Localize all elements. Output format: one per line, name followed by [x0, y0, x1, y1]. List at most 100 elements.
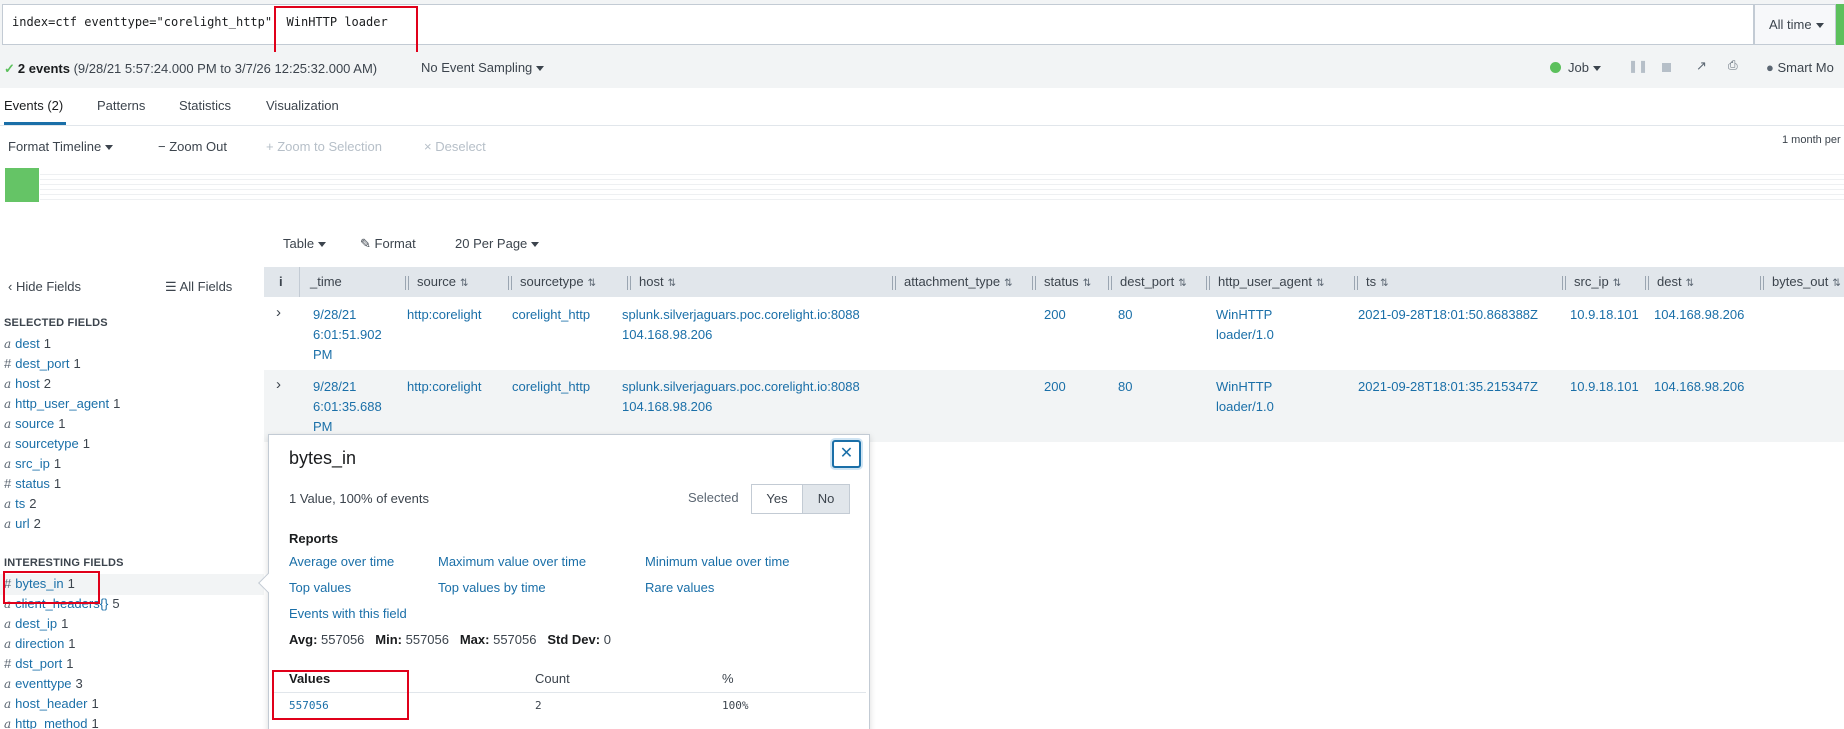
tab-statistics[interactable]: Statistics [179, 98, 231, 113]
cell-time[interactable]: 6:01:51.902 [313, 325, 382, 345]
field-item-dest[interactable]: a dest 1 [4, 336, 51, 351]
cell-status[interactable]: 200 [1044, 305, 1066, 325]
field-item-direction[interactable]: a direction 1 [4, 636, 76, 651]
tab-visualization[interactable]: Visualization [266, 98, 339, 113]
field-item-src_ip[interactable]: a src_ip 1 [4, 456, 61, 471]
report-max-over-time[interactable]: Maximum value over time [438, 554, 586, 569]
format-timeline-button[interactable]: Format Timeline [8, 139, 113, 154]
field-name[interactable]: host_header [15, 696, 87, 711]
all-fields-button[interactable]: ☰ All Fields [165, 279, 232, 295]
field-name[interactable]: dest_ip [15, 616, 57, 631]
cell-host[interactable]: 104.168.98.206 [622, 397, 712, 417]
field-item-host_header[interactable]: a host_header 1 [4, 696, 99, 711]
cell-time[interactable]: 6:01:35.688 [313, 397, 382, 417]
job-menu[interactable]: Job [1568, 60, 1601, 75]
zoom-out-button[interactable]: − Zoom Out [158, 139, 227, 154]
drag-handle-icon[interactable] [1108, 275, 1114, 290]
print-icon[interactable]: ⎙ [1728, 58, 1738, 73]
cell-time[interactable]: 9/28/21 [313, 305, 356, 325]
cell-source[interactable]: http:corelight [407, 377, 481, 397]
deselect-button[interactable]: × Deselect [424, 139, 486, 154]
cell-source[interactable]: http:corelight [407, 305, 481, 325]
field-name[interactable]: http_method [15, 716, 87, 729]
field-name[interactable]: status [15, 476, 50, 491]
field-name[interactable]: sourcetype [15, 436, 79, 451]
cell-src-ip[interactable]: 10.9.18.101 [1570, 377, 1639, 397]
selected-yes-button[interactable]: Yes [751, 484, 803, 514]
selected-no-button[interactable]: No [802, 484, 850, 514]
cell-dest[interactable]: 104.168.98.206 [1654, 305, 1744, 325]
drag-handle-icon[interactable] [627, 275, 633, 290]
drag-handle-icon[interactable] [1206, 275, 1212, 290]
field-item-dst_port[interactable]: # dst_port 1 [4, 656, 73, 671]
field-name[interactable]: dest_port [15, 356, 69, 371]
report-top-values-by-time[interactable]: Top values by time [438, 580, 546, 595]
field-name[interactable]: host [15, 376, 40, 391]
cell-dest-port[interactable]: 80 [1118, 377, 1132, 397]
cell-ts[interactable]: 2021-09-28T18:01:50.868388Z [1358, 305, 1538, 325]
report-top-values[interactable]: Top values [289, 580, 351, 595]
tab-patterns[interactable]: Patterns [97, 98, 145, 113]
field-name[interactable]: direction [15, 636, 64, 651]
drag-handle-icon[interactable] [508, 275, 514, 290]
column-header-time[interactable]: _time [310, 274, 342, 289]
timeline-chart[interactable] [40, 170, 1844, 200]
share-icon[interactable]: ↗ [1696, 58, 1707, 74]
cell-ts[interactable]: 2021-09-28T18:01:35.215347Z [1358, 377, 1538, 397]
time-range-picker[interactable]: All time [1754, 4, 1836, 45]
column-header-ts[interactable]: ts [1354, 274, 1389, 290]
cell-http-user-agent[interactable]: WinHTTP [1216, 377, 1272, 397]
field-name[interactable]: dest [15, 336, 40, 351]
cell-host[interactable]: splunk.silverjaguars.poc.corelight.io:80… [622, 305, 860, 325]
column-header-src-ip[interactable]: src_ip [1562, 274, 1621, 290]
field-name[interactable]: eventtype [15, 676, 71, 691]
pause-icon[interactable]: ❚❚ [1628, 59, 1648, 73]
event-sampling-dropdown[interactable]: No Event Sampling [421, 60, 544, 75]
column-header-host[interactable]: host [627, 274, 676, 290]
expand-row-chevron-icon[interactable]: › [276, 376, 281, 393]
field-name[interactable]: ts [15, 496, 25, 511]
cell-host[interactable]: 104.168.98.206 [622, 325, 712, 345]
column-header-attachment-type[interactable]: attachment_type [892, 274, 1013, 290]
field-item-ts[interactable]: a ts 2 [4, 496, 37, 511]
expand-row-chevron-icon[interactable]: › [276, 304, 281, 321]
cell-host[interactable]: splunk.silverjaguars.poc.corelight.io:80… [622, 377, 860, 397]
field-item-host[interactable]: a host 2 [4, 376, 51, 391]
field-item-eventtype[interactable]: a eventtype 3 [4, 676, 83, 691]
drag-handle-icon[interactable] [892, 275, 898, 290]
cell-http-user-agent[interactable]: loader/1.0 [1216, 325, 1274, 345]
cell-sourcetype[interactable]: corelight_http [512, 377, 590, 397]
column-header-status[interactable]: status [1032, 274, 1091, 290]
cell-time[interactable]: 9/28/21 [313, 377, 356, 397]
cell-time[interactable]: PM [313, 345, 333, 365]
field-name[interactable]: url [15, 516, 29, 531]
per-page-dropdown[interactable]: 20 Per Page [455, 236, 539, 251]
field-item-status[interactable]: # status 1 [4, 476, 61, 491]
field-name[interactable]: dst_port [15, 656, 62, 671]
timeline-bar[interactable] [5, 168, 39, 202]
field-item-dest_ip[interactable]: a dest_ip 1 [4, 616, 68, 631]
field-item-source[interactable]: a source 1 [4, 416, 65, 431]
drag-handle-icon[interactable] [1760, 275, 1766, 290]
field-item-dest_port[interactable]: # dest_port 1 [4, 356, 81, 371]
column-header-source[interactable]: source [405, 274, 468, 290]
report-average-over-time[interactable]: Average over time [289, 554, 394, 569]
cell-status[interactable]: 200 [1044, 377, 1066, 397]
hide-fields-button[interactable]: ‹ Hide Fields [8, 279, 81, 294]
field-name[interactable]: http_user_agent [15, 396, 109, 411]
field-item-url[interactable]: a url 2 [4, 516, 41, 531]
column-header-sourcetype[interactable]: sourcetype [508, 274, 596, 290]
column-header-dest-port[interactable]: dest_port [1108, 274, 1187, 290]
view-type-dropdown[interactable]: Table [283, 236, 326, 251]
cell-src-ip[interactable]: 10.9.18.101 [1570, 305, 1639, 325]
cell-sourcetype[interactable]: corelight_http [512, 305, 590, 325]
drag-handle-icon[interactable] [1032, 275, 1038, 290]
close-button[interactable]: ✕ [832, 440, 861, 468]
tab-events[interactable]: Events (2) [4, 98, 63, 113]
drag-handle-icon[interactable] [405, 275, 411, 290]
cell-dest-port[interactable]: 80 [1118, 305, 1132, 325]
report-rare-values[interactable]: Rare values [645, 580, 714, 595]
search-button[interactable] [1836, 4, 1844, 45]
field-item-http_method[interactable]: a http_method 1 [4, 716, 99, 729]
column-header-bytes-out[interactable]: bytes_out [1760, 274, 1841, 290]
